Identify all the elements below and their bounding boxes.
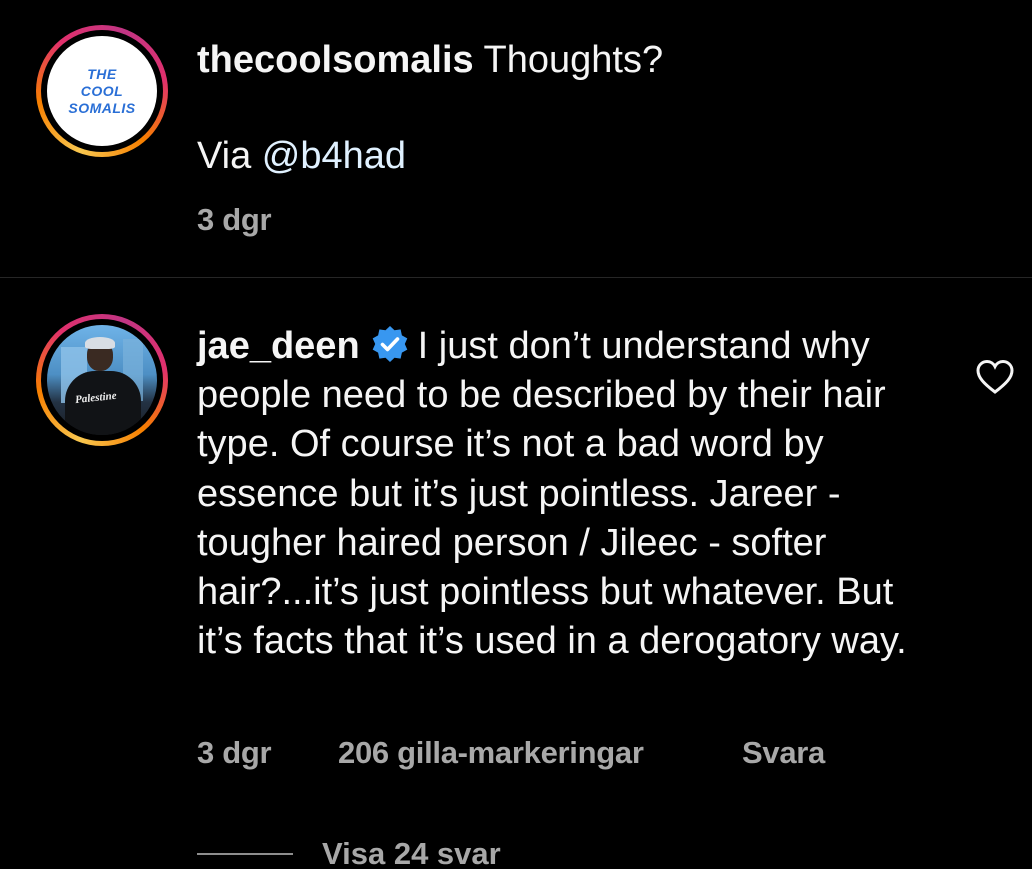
logo-line-1: THE <box>87 65 117 82</box>
comment-likes-count[interactable]: 206 gilla-markeringar <box>338 735 644 771</box>
post-caption: THE COOL SOMALIS thecoolsomalis Thoughts… <box>0 0 1032 278</box>
comment-text: I just don’t understand why people need … <box>197 325 907 663</box>
via-text: Via <box>197 135 262 177</box>
comment-body: jae_deen I just don’t understand why peo… <box>197 322 927 666</box>
logo-line-2: COOL <box>80 82 124 99</box>
section-divider <box>0 277 1032 278</box>
caption-body: thecoolsomalis Thoughts? Via @b4had <box>197 36 937 180</box>
post-author-username[interactable]: thecoolsomalis <box>197 39 474 81</box>
comment-timestamp: 3 dgr <box>197 735 272 770</box>
view-replies-button[interactable]: Visa 24 svar <box>322 836 501 869</box>
mention-link[interactable]: @b4had <box>262 135 406 177</box>
logo-line-3: SOMALIS <box>68 99 136 116</box>
thecoolsomalis-logo: THE COOL SOMALIS <box>47 36 157 146</box>
heart-outline-icon[interactable] <box>975 358 1015 396</box>
reply-button[interactable]: Svara <box>742 735 825 771</box>
caption-text: Thoughts? <box>483 39 664 81</box>
replies-line <box>197 853 293 855</box>
post-author-avatar[interactable]: THE COOL SOMALIS <box>36 25 168 157</box>
verified-badge-icon <box>372 326 407 362</box>
commenter-avatar[interactable]: Palestine <box>36 314 168 446</box>
post-timestamp: 3 dgr <box>197 202 272 237</box>
commenter-photo: Palestine <box>47 325 157 435</box>
commenter-username[interactable]: jae_deen <box>197 325 360 367</box>
